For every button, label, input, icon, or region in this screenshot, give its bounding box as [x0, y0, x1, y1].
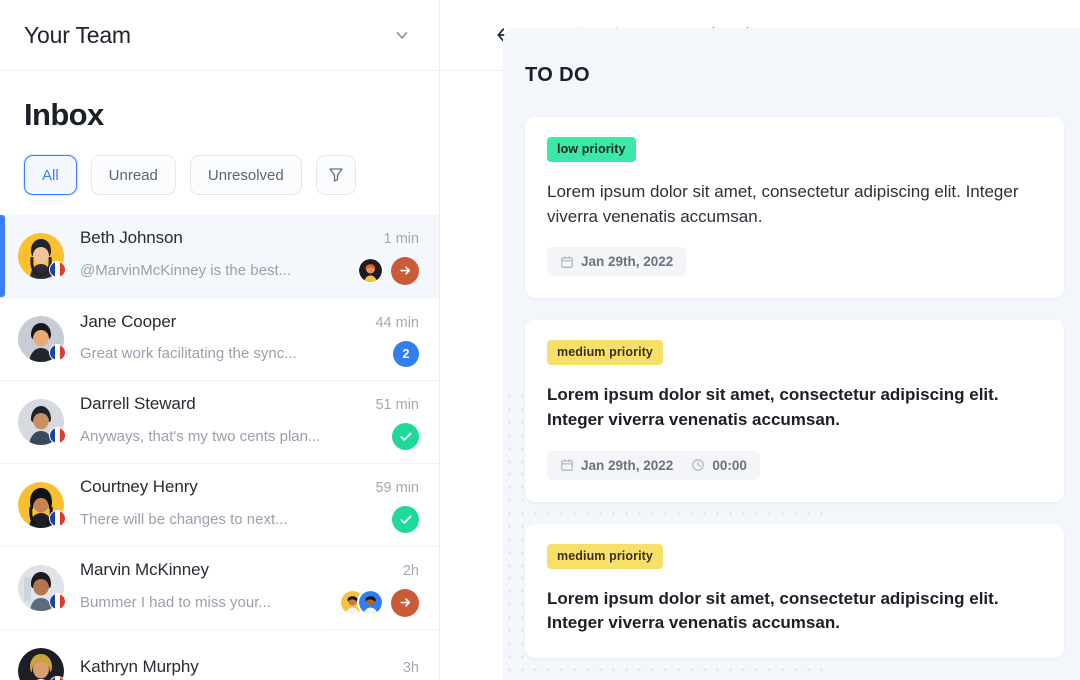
filter-chip-row: All Unread Unresolved [0, 133, 439, 215]
task-date: Jan 29th, 2022 [560, 254, 673, 269]
list-item-time: 59 min [375, 480, 419, 496]
flag-icon-fr [49, 510, 66, 527]
priority-badge: low priority [547, 137, 636, 162]
participant-avatar [357, 589, 384, 616]
list-item-name: Kathryn Murphy [80, 656, 199, 676]
inbox-sidebar: Your Team Inbox All Unread Unresolved Be… [0, 0, 440, 680]
task-text: Lorem ipsum dolor sit amet, consectetur … [547, 182, 1019, 226]
list-item-time: 1 min [383, 230, 419, 247]
list-item-time: 3h [402, 659, 419, 676]
task-meta: Jan 29th, 2022 00:00 [547, 450, 760, 480]
priority-badge: medium priority [547, 543, 663, 569]
task-date-text: Jan 29th, 2022 [581, 457, 674, 473]
participant-avatar [357, 257, 384, 284]
task-time: 00:00 [691, 458, 747, 473]
list-item-body: Marvin McKinney 2h Bummer I had to miss … [80, 560, 419, 617]
list-item-body: Courtney Henry 59 min There will be chan… [80, 477, 419, 533]
participant-avatars [357, 257, 384, 284]
list-item-name: Jane Cooper [80, 311, 177, 331]
calendar-icon [560, 255, 574, 269]
avatar [18, 399, 66, 445]
calendar-icon [560, 458, 574, 472]
task-time-text: 00:00 [712, 457, 747, 473]
page-title: Inbox [24, 97, 104, 132]
avatar [18, 482, 66, 528]
resolved-check-icon [392, 423, 419, 450]
task-text: Lorem ipsum dolor sit amet, consectetur … [547, 385, 999, 429]
list-item-preview: There will be changes to next... [80, 511, 288, 528]
flag-icon-fr [49, 344, 66, 361]
list-item-preview: Anyways, that's my two cents plan... [80, 428, 321, 445]
avatar [18, 648, 66, 680]
list-item-meta: 2 [393, 340, 419, 367]
priority-badge: medium priority [547, 340, 663, 366]
list-item[interactable]: Marvin McKinney 2h Bummer I had to miss … [0, 547, 439, 630]
filter-chip-unresolved[interactable]: Unresolved [189, 155, 302, 195]
task-date: Jan 29th, 2022 [560, 458, 673, 473]
unread-count-badge: 2 [393, 340, 419, 367]
inbox-header: Inbox [0, 71, 439, 133]
conversation-pane: Inbox | Beth Johnson TO DO low priority … [440, 0, 1080, 680]
funnel-filter-icon[interactable] [315, 155, 356, 195]
clock-icon [691, 458, 705, 472]
list-item-preview: Great work facilitating the sync... [80, 345, 297, 362]
team-header: Your Team [0, 0, 439, 71]
list-item[interactable]: Courtney Henry 59 min There will be chan… [0, 464, 439, 547]
list-item-name: Courtney Henry [80, 477, 198, 496]
list-item-meta [339, 588, 419, 617]
task-text: Lorem ipsum dolor sit amet, consectetur … [547, 588, 999, 633]
resolved-check-icon [392, 506, 419, 533]
avatar [18, 233, 66, 279]
list-item-time: 51 min [375, 397, 419, 413]
list-item[interactable]: Beth Johnson 1 min @MarvinMcKinney is th… [0, 215, 439, 298]
avatar [18, 316, 66, 362]
list-item-body: Darrell Steward 51 min Anyways, that's m… [80, 394, 419, 450]
avatar [18, 565, 66, 611]
list-item[interactable]: Jane Cooper 44 min Great work facilitati… [0, 298, 439, 381]
list-item-meta [357, 256, 419, 285]
list-item[interactable]: Kathryn Murphy 3h [0, 630, 439, 680]
list-item-name: Marvin McKinney [80, 559, 209, 579]
list-item-body: Kathryn Murphy 3h [80, 657, 419, 680]
list-item-name: Darrell Steward [80, 394, 196, 413]
filter-chip-all[interactable]: All [24, 155, 77, 195]
list-item-preview: @MarvinMcKinney is the best... [80, 262, 292, 279]
list-item[interactable]: Darrell Steward 51 min Anyways, that's m… [0, 381, 439, 464]
list-item-body: Jane Cooper 44 min Great work facilitati… [80, 312, 419, 367]
participant-avatars [339, 589, 384, 616]
task-date-text: Jan 29th, 2022 [581, 254, 674, 270]
open-conversation-button[interactable] [391, 588, 419, 617]
task-meta: Jan 29th, 2022 [547, 247, 687, 277]
flag-icon-fr [49, 427, 66, 444]
team-title: Your Team [24, 21, 131, 48]
app-root: Your Team Inbox All Unread Unresolved Be… [0, 0, 1080, 680]
flag-icon-fr [49, 593, 66, 610]
task-card[interactable]: low priority Lorem ipsum dolor sit amet,… [525, 117, 1064, 299]
todo-title: TO DO [525, 64, 590, 86]
list-item-time: 44 min [375, 314, 419, 331]
task-card[interactable]: medium priority Lorem ipsum dolor sit am… [525, 523, 1064, 658]
list-item-name: Beth Johnson [80, 227, 183, 247]
list-item-time: 2h [402, 562, 419, 579]
chevron-down-icon[interactable] [389, 22, 415, 48]
open-conversation-button[interactable] [391, 256, 419, 285]
todo-panel: TO DO low priority Lorem ipsum dolor sit… [503, 28, 1080, 680]
flag-icon-fr [49, 676, 66, 680]
filter-chip-unread[interactable]: Unread [90, 155, 176, 195]
message-list[interactable]: Beth Johnson 1 min @MarvinMcKinney is th… [0, 215, 439, 680]
list-item-preview: Bummer I had to miss your... [80, 594, 271, 611]
list-item-meta [392, 506, 419, 533]
list-item-body: Beth Johnson 1 min @MarvinMcKinney is th… [80, 228, 419, 285]
task-card[interactable]: medium priority Lorem ipsum dolor sit am… [525, 320, 1064, 502]
flag-icon-fr [49, 261, 66, 278]
list-item-meta [392, 423, 419, 450]
